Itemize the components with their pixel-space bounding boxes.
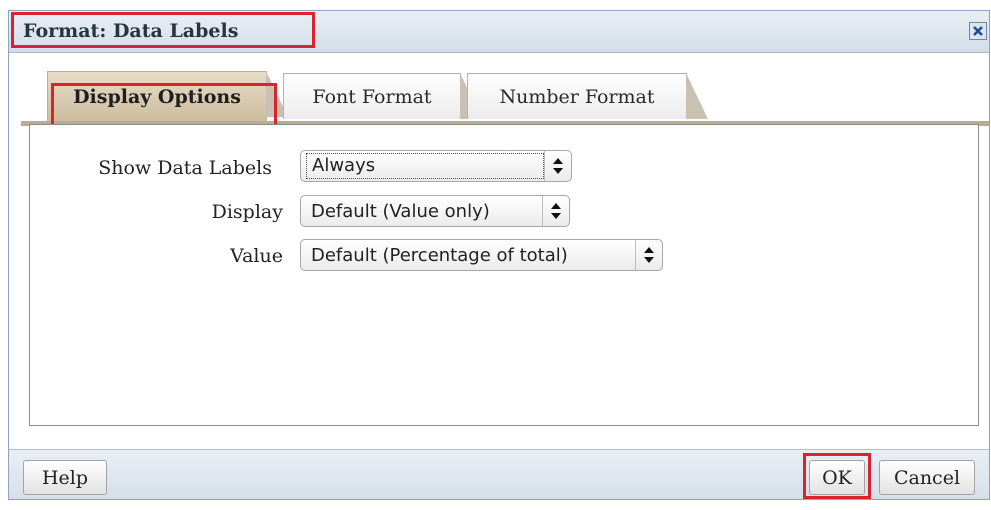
title-bar: Format: Data Labels [9, 11, 989, 53]
updown-arrows-icon [544, 151, 571, 181]
select-value: Always [306, 153, 544, 179]
format-data-labels-dialog: Format: Data Labels Display Options Font… [8, 10, 990, 500]
help-button-label: Help [41, 466, 89, 489]
display-options-panel: Show Data Labels Always Display Default … [29, 124, 979, 426]
show-data-labels-label: Show Data Labels [98, 157, 272, 179]
select-value: Default (Percentage of total) [311, 244, 568, 266]
close-icon [973, 26, 983, 36]
value-select[interactable]: Default (Percentage of total) [300, 239, 663, 271]
display-select[interactable]: Default (Value only) [300, 195, 570, 227]
tab-number-format[interactable]: Number Format [467, 73, 708, 119]
display-label: Display [211, 201, 283, 223]
updown-arrows-icon [635, 240, 662, 270]
cancel-button[interactable]: Cancel [879, 460, 975, 495]
value-label: Value [230, 245, 283, 267]
updown-arrows-icon [542, 196, 569, 226]
title-highlight-box [11, 12, 315, 48]
show-data-labels-select[interactable]: Always [300, 150, 572, 182]
tab-label: Number Format [499, 85, 655, 108]
close-button[interactable] [969, 22, 987, 40]
cancel-button-label: Cancel [893, 466, 961, 489]
tab-font-format[interactable]: Font Format [283, 73, 482, 119]
tab-label: Font Format [312, 85, 432, 108]
select-value: Default (Value only) [311, 200, 490, 222]
help-button[interactable]: Help [23, 460, 107, 495]
ok-highlight-box [803, 453, 871, 499]
